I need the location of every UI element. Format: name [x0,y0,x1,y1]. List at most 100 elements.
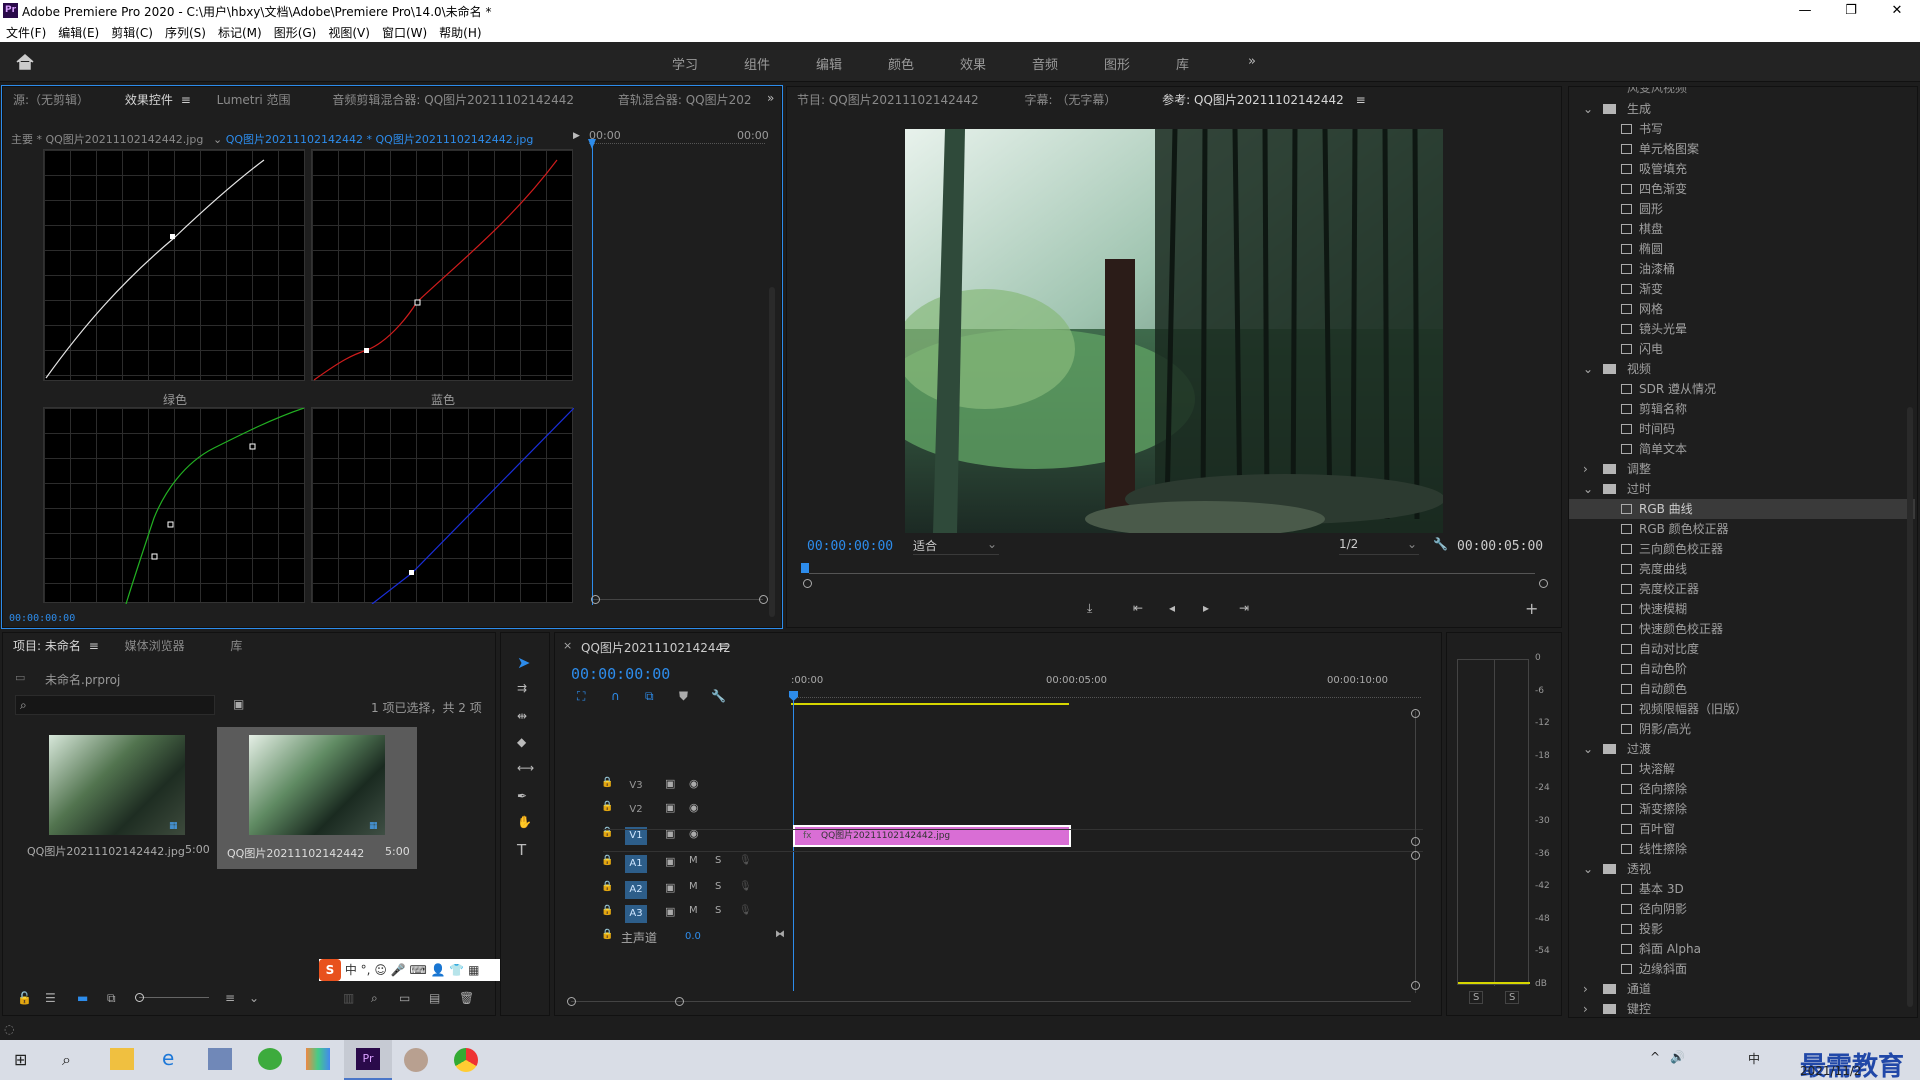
workspace-effects[interactable]: 效果 [960,54,986,73]
effects-folder[interactable]: ⌄ 生成 [1569,99,1915,119]
track-target-V3[interactable]: V3 [625,777,647,795]
effects-item[interactable]: 剪辑名称 [1569,399,1915,419]
tab-audio-clip-mixer[interactable]: 音频剪辑混合器: QQ图片20211102142442 [332,87,574,113]
blue-curve-graph[interactable] [311,407,574,604]
effects-item[interactable]: 三向颜色校正器 [1569,539,1915,559]
menu-view[interactable]: 视图(V) [322,22,376,41]
zoom-handle-left[interactable] [567,997,576,1006]
horizontal-zoom-scroll[interactable] [571,1001,1411,1002]
effects-item[interactable]: 亮度校正器 [1569,579,1915,599]
tray-expand-icon[interactable]: ^ [1650,1050,1660,1064]
solo-right-button[interactable]: S [1505,991,1520,1004]
clip-selector[interactable]: ⌄ QQ图片20211102142442 * QQ图片2021110214244… [213,131,533,147]
program-timecode[interactable]: 00:00:00:00 [807,539,893,554]
solo-button[interactable]: S [715,855,721,866]
chevron-right-icon[interactable]: › [1583,979,1588,999]
effects-item[interactable]: 镜头光晕 [1569,319,1915,339]
zoom-slider-handle[interactable] [135,993,144,1002]
edge-icon[interactable]: e [162,1046,174,1070]
zoom-slider[interactable] [139,997,209,998]
effects-item[interactable]: 单元格图案 [1569,139,1915,159]
timeline-timecode[interactable]: 00:00:00:00 [571,665,670,683]
program-playhead[interactable] [801,563,809,573]
effects-item[interactable]: 径向阴影 [1569,899,1915,919]
resolution-dropdown[interactable]: 1/2 ⌄ [1339,537,1419,555]
effects-item[interactable]: 自动对比度 [1569,639,1915,659]
effects-item[interactable]: 吸管填充 [1569,159,1915,179]
effects-item[interactable]: 自动颜色 [1569,679,1915,699]
go-to-in-icon[interactable]: ⇤ [1133,601,1143,615]
selection-tool-icon[interactable]: ➤ [517,653,530,672]
chevron-down-icon[interactable]: ⌄ [1583,99,1593,119]
effects-item[interactable]: 百叶窗 [1569,819,1915,839]
ime-skin-icon[interactable]: 👕 [449,963,464,977]
effects-item[interactable]: 阴影/高光 [1569,719,1915,739]
slip-tool-icon[interactable]: ⟷ [517,761,534,775]
zoom-handle-right[interactable] [759,595,768,604]
find-icon[interactable]: ⌕ [371,991,378,1006]
clear-icon[interactable]: 🗑 [459,991,474,1005]
effects-item[interactable]: 网格 [1569,299,1915,319]
project-menu-icon[interactable]: ≡ [89,633,99,659]
effects-folder[interactable]: › 键控 [1569,999,1915,1017]
track-target-A1[interactable]: A1 [625,855,647,873]
freeform-view-icon[interactable]: ⧉ [107,991,116,1006]
sync-lock-icon[interactable]: ▣ [665,777,675,790]
tab-project[interactable]: 项目: 未命名 [13,633,81,659]
track-target-V2[interactable]: V2 [625,801,647,819]
effects-item[interactable]: 快速模糊 [1569,599,1915,619]
effects-item[interactable]: 边缘斜面 [1569,959,1915,979]
effects-folder[interactable]: ⌄ 过时 [1569,479,1915,499]
chevron-down-icon[interactable]: ⌄ [1583,859,1593,879]
tab-audio-track-mixer[interactable]: 音轨混合器: QQ图片202 [618,87,752,113]
workspace-assembly[interactable]: 组件 [744,54,770,73]
zoom-handle-right[interactable] [1539,579,1548,588]
program-scrubber[interactable] [809,573,1535,574]
app-icon[interactable] [404,1048,428,1072]
search-icon[interactable]: ⌕ [62,1050,71,1070]
effects-item[interactable]: 简单文本 [1569,439,1915,459]
fit-dropdown[interactable]: 适合 ⌄ [913,537,999,555]
marker-insert-icon[interactable]: ⤓ [1087,601,1092,616]
effects-item[interactable]: 椭圆 [1569,239,1915,259]
step-back-icon[interactable]: ◂ [1169,601,1175,615]
volume-icon[interactable]: 🔊 [1670,1050,1685,1064]
premiere-task[interactable]: Pr [344,1040,392,1080]
workspace-editing[interactable]: 编辑 [816,54,842,73]
file-explorer-icon[interactable] [110,1048,134,1070]
tab-library[interactable]: 库 [230,633,242,659]
eye-icon[interactable]: ◉ [689,777,699,790]
effects-item[interactable]: 快速颜色校正器 [1569,619,1915,639]
app-icon[interactable] [306,1048,330,1070]
wrench-icon[interactable]: 🔧 [1433,537,1448,551]
snap-icon[interactable]: ∩ [611,689,620,703]
effects-item[interactable]: 投影 [1569,919,1915,939]
razor-tool-icon[interactable]: ◆ [517,735,526,749]
tab-reference[interactable]: 参考: QQ图片20211102142442 [1162,87,1344,113]
track-select-tool-icon[interactable]: ⇉ [517,681,527,695]
menu-window[interactable]: 窗口(W) [376,22,433,41]
solo-left-button[interactable]: S [1469,991,1484,1004]
windows-start-icon[interactable]: ⊞ [14,1050,27,1069]
workspace-color[interactable]: 颜色 [888,54,914,73]
effects-item[interactable]: 闪电 [1569,339,1915,359]
red-curve-graph[interactable] [311,149,573,381]
menu-sequence[interactable]: 序列(S) [159,22,212,41]
go-to-out-icon[interactable]: ⇥ [1239,601,1249,615]
timeline-settings-icon[interactable]: 🔧 [711,689,726,703]
effects-item[interactable]: RGB 颜色校正器 [1569,519,1915,539]
lock-track-icon[interactable]: 🔒 [601,855,613,866]
effects-item[interactable]: RGB 曲线 [1569,499,1915,519]
program-menu-icon[interactable]: ≡ [1356,87,1366,113]
master-curve-graph[interactable] [43,149,305,381]
project-item-selected[interactable]: ▦ QQ图片20211102142442 5:00 [217,727,417,869]
play-triangle-icon[interactable]: ▶ [573,131,580,141]
effects-scrollbar[interactable] [1907,407,1913,1007]
menu-marker[interactable]: 标记(M) [212,22,268,41]
workspace-audio[interactable]: 音频 [1032,54,1058,73]
lock-icon[interactable]: 🔓 [17,991,32,1005]
project-item[interactable]: ▦ QQ图片20211102142442.jpg 5:00 [17,729,210,867]
ime-mode-icon[interactable]: 中 [1748,1050,1760,1067]
sort-icon[interactable]: ≡ [225,991,235,1005]
sync-lock-icon[interactable]: ▣ [665,801,675,814]
